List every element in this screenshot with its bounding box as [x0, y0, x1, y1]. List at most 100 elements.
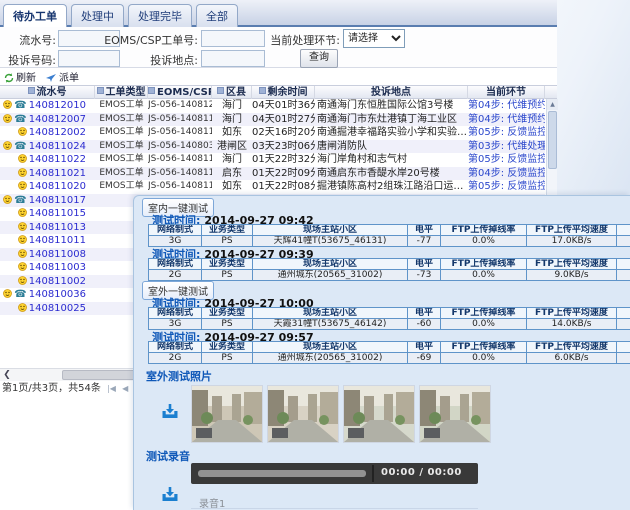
remaining-time-cell: 01天22时09分: [252, 167, 315, 181]
test-value: 14.0KB/s: [527, 319, 617, 330]
table-row[interactable]: 140811021EMOS工单JS-056-140811-150启东01天22时…: [0, 167, 545, 181]
serial-link[interactable]: 140811015: [29, 208, 86, 219]
street-photo-thumbnail[interactable]: [191, 385, 263, 443]
test-value: [617, 270, 630, 281]
query-button[interactable]: 查询: [300, 49, 338, 68]
phone-icon[interactable]: ☎: [14, 114, 26, 125]
refresh-button[interactable]: 刷新: [4, 69, 36, 84]
prev-page-icon[interactable]: ◀: [122, 384, 128, 393]
serial-link[interactable]: 140811013: [29, 222, 86, 233]
county-cell: 海门: [212, 113, 252, 127]
serial-link[interactable]: 140812007: [29, 114, 86, 125]
serial-link[interactable]: 140810025: [29, 303, 86, 314]
smiley-icon: [3, 141, 12, 150]
stage-cell[interactable]: 第05步: 反馈监控: [468, 153, 545, 167]
street-photo-thumbnail[interactable]: [419, 385, 491, 443]
stage-cell[interactable]: 第04步: 代维预约: [468, 113, 545, 127]
audio-time: 00:00 / 00:00: [381, 467, 462, 478]
tab-todo[interactable]: 待办工单: [3, 4, 67, 28]
phone-icon[interactable]: ☎: [14, 289, 26, 300]
table-row[interactable]: 140811020EMOS工单JS-056-140811-160如东01天22时…: [0, 180, 545, 194]
smiley-icon: [3, 114, 12, 123]
serial-cell: 140811013: [0, 221, 95, 235]
serial-link[interactable]: 140812002: [29, 127, 86, 138]
serial-link[interactable]: 140811017: [29, 195, 86, 206]
test-col-header: 电平: [408, 342, 441, 353]
stage-cell[interactable]: 第05步: 反馈监控: [468, 180, 545, 194]
test-value: PS: [202, 270, 253, 281]
scroll-up-arrow[interactable]: ▲: [547, 99, 558, 110]
serial-cell: 140811021: [0, 167, 95, 181]
test-col-header: FTP: [617, 225, 630, 236]
serial-link[interactable]: 140811008: [29, 249, 86, 260]
serial-link[interactable]: 140811021: [29, 168, 86, 179]
table-row[interactable]: 140811022EMOS工单JS-056-140811-248海门01天22时…: [0, 153, 545, 167]
sort-icon: [28, 87, 35, 94]
county-cell: 如东: [212, 126, 252, 140]
vertical-scroll-thumb[interactable]: [548, 111, 557, 169]
test-value: 天辉41幢T(53675_46131): [253, 236, 408, 247]
test-value: [617, 353, 630, 364]
test-col-header: 现场主站小区: [253, 342, 408, 353]
first-page-icon[interactable]: |◀: [107, 384, 116, 393]
test-value: 0.0%: [441, 270, 527, 281]
serial-link[interactable]: 140811020: [29, 181, 86, 192]
stage-cell[interactable]: 第04步: 代维预约: [468, 99, 545, 113]
column-header-1[interactable]: 工单类型: [95, 86, 148, 99]
audio-progress-track[interactable]: [198, 470, 366, 477]
test-result-panel: 室内一键测试 测试时间:2014-09-27 09:42网络制式业务类型现场主站…: [133, 195, 630, 510]
phone-icon[interactable]: ☎: [14, 100, 26, 111]
serial-cell: ☎140812010: [0, 99, 95, 113]
phone-icon[interactable]: ☎: [14, 195, 26, 206]
street-photo-thumbnail[interactable]: [267, 385, 339, 443]
sort-icon: [259, 87, 266, 94]
type-cell: EMOS工单: [95, 113, 148, 127]
table-row[interactable]: ☎140812010EMOS工单JS-056-140812-7海门04天01时3…: [0, 99, 545, 113]
serial-link[interactable]: 140811022: [29, 154, 86, 165]
serial-link[interactable]: 140812010: [29, 100, 86, 111]
recording-download-icon[interactable]: [161, 486, 179, 506]
phone-icon[interactable]: ☎: [14, 141, 26, 152]
test-col-header: FTP上传掉线率: [441, 225, 527, 236]
remaining-time-cell: 01天22时32分: [252, 153, 315, 167]
type-cell: EMOS工单: [95, 180, 148, 194]
stage-cell[interactable]: 第04步: 反馈监控: [468, 167, 545, 181]
column-header-3[interactable]: 区县: [212, 86, 252, 99]
tab-done[interactable]: 处理完毕: [128, 4, 192, 28]
test-value: 通州城东(20565_31002): [253, 270, 408, 281]
test-value: 0.0%: [441, 353, 527, 364]
stage-cell[interactable]: 第05步: 反馈监控: [468, 126, 545, 140]
stage-select[interactable]: 请选择: [343, 29, 405, 48]
smiley-icon: [18, 154, 27, 163]
stage-cell[interactable]: 第03步: 代维处理: [468, 140, 545, 154]
serial-link[interactable]: 140810036: [29, 289, 86, 300]
dispatch-button[interactable]: 派单: [46, 69, 79, 84]
table-row[interactable]: 140812002EMOS工单JS-056-140811-291如东02天16时…: [0, 126, 545, 140]
eoms-cell: JS-056-140811-160: [148, 180, 212, 194]
test-value: 3G: [149, 319, 202, 330]
eoms-cell: JS-056-140811-150: [148, 167, 212, 181]
column-header-5[interactable]: 投诉地点: [315, 86, 468, 99]
table-row[interactable]: ☎140812007EMOS工单JS-056-140811-422海门04天01…: [0, 113, 545, 127]
tab-all[interactable]: 全部: [196, 4, 238, 28]
test-value: -69: [408, 353, 441, 364]
column-header-6[interactable]: 当前环节: [468, 86, 545, 99]
serial-link[interactable]: 140811003: [29, 262, 86, 273]
street-photo-thumbnail[interactable]: [343, 385, 415, 443]
test-col-header: FTP: [617, 308, 630, 319]
address-cell: 南通海门市东灶港镇丁海工业区: [315, 113, 468, 127]
column-header-2[interactable]: EOMS/CSP工单号: [148, 86, 212, 99]
column-header-4[interactable]: 剩余时间: [252, 86, 315, 99]
serial-link[interactable]: 140811011: [29, 235, 86, 246]
audio-player[interactable]: 00:00 / 00:00: [191, 463, 478, 484]
eoms-label: EOMS/CSP工单号:: [100, 32, 198, 48]
serial-link[interactable]: 140811002: [29, 276, 86, 287]
tab-processing[interactable]: 处理中: [71, 4, 124, 28]
smiley-icon: [3, 100, 12, 109]
serial-link[interactable]: 140811024: [29, 141, 86, 152]
scroll-left-arrow[interactable]: ❮: [1, 369, 13, 381]
column-header-0[interactable]: 流水号: [0, 86, 95, 99]
place-input[interactable]: [201, 50, 265, 67]
table-row[interactable]: ☎140811024EMOS工单JS-056-140803-344港闸区03天2…: [0, 140, 545, 154]
photos-download-icon[interactable]: [161, 403, 179, 423]
